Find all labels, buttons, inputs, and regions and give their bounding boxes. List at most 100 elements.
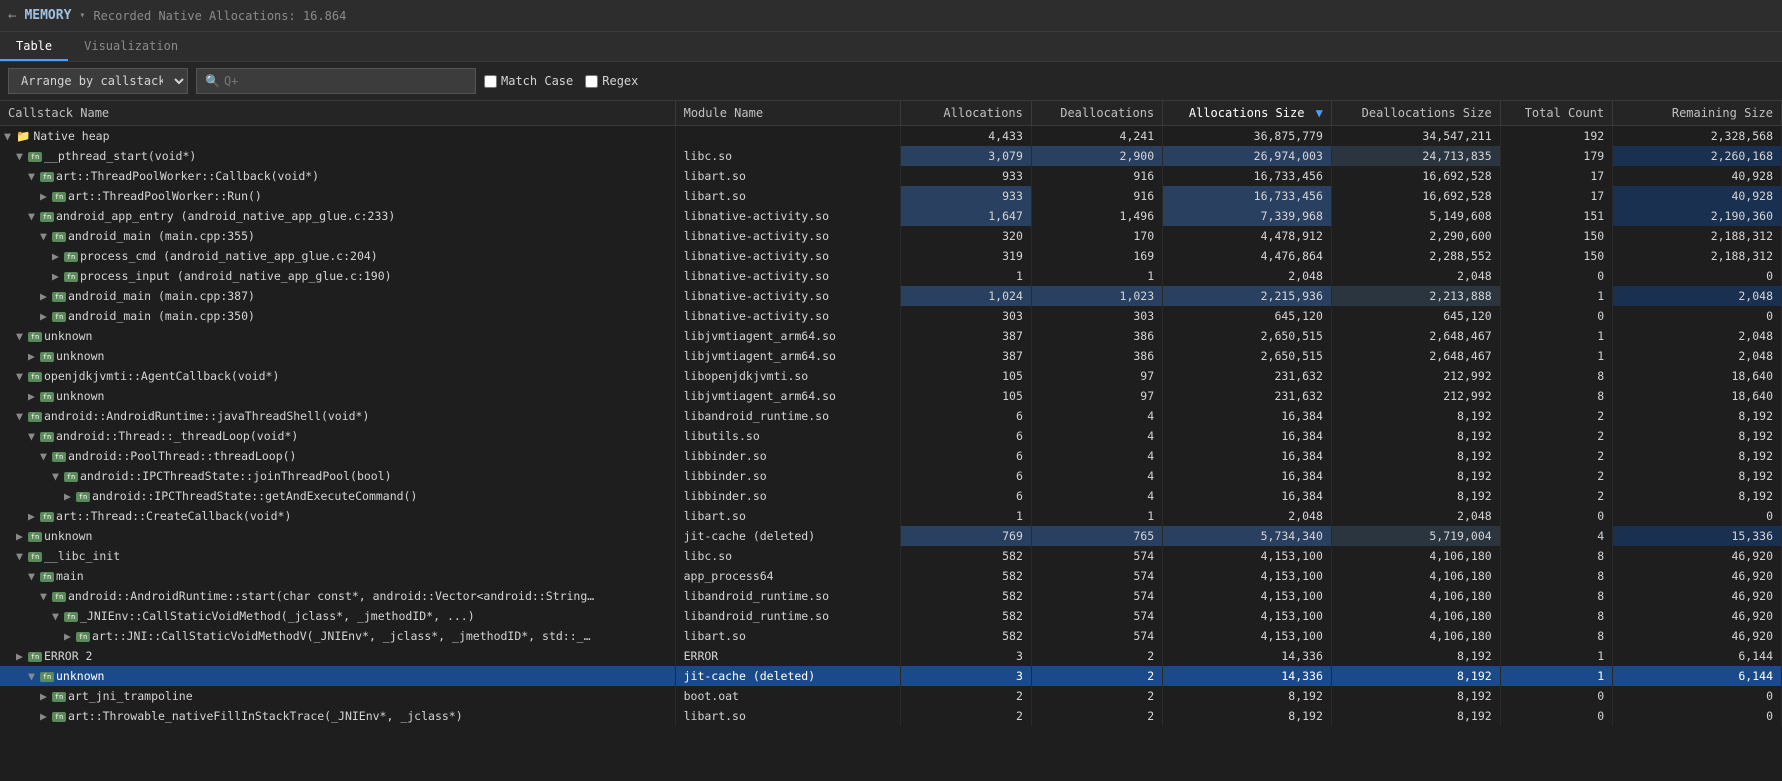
expand-icon[interactable]: ▶ <box>28 509 40 523</box>
remaining-size-cell: 46,920 <box>1613 566 1782 586</box>
expand-icon[interactable]: ▼ <box>28 169 40 183</box>
expand-icon[interactable]: ▶ <box>40 189 52 203</box>
table-row[interactable]: ▼ fnandroid::AndroidRuntime::start(char … <box>0 586 1782 606</box>
expand-icon[interactable]: ▶ <box>64 629 76 643</box>
match-case-checkbox[interactable]: Match Case <box>484 74 573 88</box>
table-row[interactable]: ▶ fnprocess_cmd (android_native_app_glue… <box>0 246 1782 266</box>
back-button[interactable]: ← <box>8 8 16 24</box>
table-row[interactable]: ▶ fnERROR 2ERROR3214,3368,19216,144 <box>0 646 1782 666</box>
table-row[interactable]: ▼ fnandroid::Thread::_threadLoop(void*)l… <box>0 426 1782 446</box>
callstack-cell: ▼ fn__libc_init <box>0 546 675 566</box>
expand-icon[interactable]: ▼ <box>40 449 52 463</box>
expand-icon[interactable]: ▼ <box>28 429 40 443</box>
expand-icon[interactable]: ▼ <box>28 209 40 223</box>
table-row[interactable]: ▼ fnunknownjit-cache (deleted)3214,3368,… <box>0 666 1782 686</box>
table-row[interactable]: ▶ fnandroid_main (main.cpp:387)libnative… <box>0 286 1782 306</box>
tab-table[interactable]: Table <box>0 33 68 61</box>
expand-icon[interactable]: ▶ <box>40 309 52 323</box>
expand-icon[interactable]: ▶ <box>52 249 64 263</box>
table-row[interactable]: ▶ fnandroid_main (main.cpp:350)libnative… <box>0 306 1782 326</box>
expand-icon[interactable]: ▼ <box>52 609 64 623</box>
table-row[interactable]: ▶ fnunknownjit-cache (deleted)7697655,73… <box>0 526 1782 546</box>
col-module[interactable]: Module Name <box>675 101 900 126</box>
table-row[interactable]: ▼ fnunknownlibjvmtiagent_arm64.so3873862… <box>0 326 1782 346</box>
table-row[interactable]: ▶ fnart::Throwable_nativeFillInStackTrac… <box>0 706 1782 726</box>
expand-icon[interactable]: ▼ <box>28 569 40 583</box>
table-row[interactable]: ▶ fnart::Thread::CreateCallback(void*)li… <box>0 506 1782 526</box>
expand-icon[interactable]: ▼ <box>16 409 28 423</box>
arrange-select[interactable]: Arrange by callstack <box>8 68 188 94</box>
fn-icon: fn <box>40 572 54 582</box>
expand-icon[interactable]: ▶ <box>40 709 52 723</box>
col-deallocations[interactable]: Deallocations <box>1031 101 1162 126</box>
alloc-size-cell: 8,192 <box>1163 706 1332 726</box>
col-allocations[interactable]: Allocations <box>900 101 1031 126</box>
fn-icon: fn <box>28 412 42 422</box>
col-remaining-size[interactable]: Remaining Size <box>1613 101 1782 126</box>
search-input[interactable] <box>224 74 467 88</box>
module-cell: libc.so <box>675 546 900 566</box>
module-cell: libnative-activity.so <box>675 206 900 226</box>
allocations-cell: 105 <box>900 386 1031 406</box>
expand-icon[interactable]: ▶ <box>16 529 28 543</box>
table-row[interactable]: ▼ 📁 Native heap4,4334,24136,875,77934,54… <box>0 126 1782 147</box>
expand-icon[interactable]: ▼ <box>52 469 64 483</box>
expand-icon[interactable]: ▶ <box>40 289 52 303</box>
col-alloc-size[interactable]: Allocations Size ▼ <box>1163 101 1332 126</box>
table-row[interactable]: ▶ fnart::JNI::CallStaticVoidMethodV(_JNI… <box>0 626 1782 646</box>
dropdown-arrow-icon[interactable]: ▾ <box>79 10 85 21</box>
total-count-cell: 4 <box>1500 526 1613 546</box>
expand-icon[interactable]: ▼ <box>16 369 28 383</box>
table-row[interactable]: ▼ fnart::ThreadPoolWorker::Callback(void… <box>0 166 1782 186</box>
table-row[interactable]: ▶ fnunknownlibjvmtiagent_arm64.so3873862… <box>0 346 1782 366</box>
table-row[interactable]: ▶ fnart::ThreadPoolWorker::Run()libart.s… <box>0 186 1782 206</box>
table-row[interactable]: ▼ fn__pthread_start(void*)libc.so3,0792,… <box>0 146 1782 166</box>
expand-icon[interactable]: ▼ <box>28 669 40 683</box>
module-cell: libjvmtiagent_arm64.so <box>675 326 900 346</box>
table-row[interactable]: ▶ fnandroid::IPCThreadState::getAndExecu… <box>0 486 1782 506</box>
expand-icon[interactable]: ▼ <box>16 549 28 563</box>
expand-icon[interactable]: ▶ <box>40 689 52 703</box>
table-row[interactable]: ▼ fnmainapp_process645825744,153,1004,10… <box>0 566 1782 586</box>
expand-icon[interactable]: ▼ <box>16 329 28 343</box>
table-row[interactable]: ▼ fnandroid_main (main.cpp:355)libnative… <box>0 226 1782 246</box>
table-row[interactable]: ▼ fnandroid_app_entry (android_native_ap… <box>0 206 1782 226</box>
table-row[interactable]: ▶ fnart_jni_trampolineboot.oat228,1928,1… <box>0 686 1782 706</box>
expand-icon[interactable]: ▶ <box>52 269 64 283</box>
expand-icon[interactable]: ▶ <box>16 649 28 663</box>
module-cell: libandroid_runtime.so <box>675 606 900 626</box>
regex-checkbox[interactable]: Regex <box>585 74 638 88</box>
expand-icon[interactable]: ▼ <box>4 129 16 143</box>
total-count-cell: 1 <box>1500 646 1613 666</box>
recorded-label: Recorded Native Allocations: 16.864 <box>93 9 346 23</box>
expand-icon[interactable]: ▼ <box>40 589 52 603</box>
tab-visualization[interactable]: Visualization <box>68 33 194 61</box>
expand-icon[interactable]: ▼ <box>16 149 28 163</box>
allocations-cell: 4,433 <box>900 126 1031 147</box>
module-cell: libart.so <box>675 166 900 186</box>
alloc-size-cell: 16,384 <box>1163 446 1332 466</box>
expand-icon[interactable]: ▼ <box>40 229 52 243</box>
table-row[interactable]: ▼ fnandroid::AndroidRuntime::javaThreadS… <box>0 406 1782 426</box>
table-row[interactable]: ▼ fnopenjdkjvmti::AgentCallback(void*)li… <box>0 366 1782 386</box>
allocations-cell: 933 <box>900 166 1031 186</box>
col-total-count[interactable]: Total Count <box>1500 101 1613 126</box>
dealloc-size-cell: 8,192 <box>1331 646 1500 666</box>
expand-icon[interactable]: ▶ <box>28 389 40 403</box>
alloc-size-cell: 16,384 <box>1163 486 1332 506</box>
dealloc-size-cell: 16,692,528 <box>1331 166 1500 186</box>
expand-icon[interactable]: ▶ <box>28 349 40 363</box>
table-row[interactable]: ▶ fnprocess_input (android_native_app_gl… <box>0 266 1782 286</box>
dealloc-size-cell: 2,288,552 <box>1331 246 1500 266</box>
table-row[interactable]: ▼ fnandroid::PoolThread::threadLoop()lib… <box>0 446 1782 466</box>
table-row[interactable]: ▼ fnandroid::IPCThreadState::joinThreadP… <box>0 466 1782 486</box>
table-row[interactable]: ▼ fn__libc_initlibc.so5825744,153,1004,1… <box>0 546 1782 566</box>
table-row[interactable]: ▼ fn_JNIEnv::CallStaticVoidMethod(_jclas… <box>0 606 1782 626</box>
col-callstack[interactable]: Callstack Name <box>0 101 675 126</box>
search-box[interactable]: 🔍 <box>196 68 476 94</box>
table-row[interactable]: ▶ fnunknownlibjvmtiagent_arm64.so1059723… <box>0 386 1782 406</box>
fn-icon: fn <box>52 592 66 602</box>
col-dealloc-size[interactable]: Deallocations Size <box>1331 101 1500 126</box>
expand-icon[interactable]: ▶ <box>64 489 76 503</box>
table-container[interactable]: Callstack Name Module Name Allocations D… <box>0 101 1782 750</box>
